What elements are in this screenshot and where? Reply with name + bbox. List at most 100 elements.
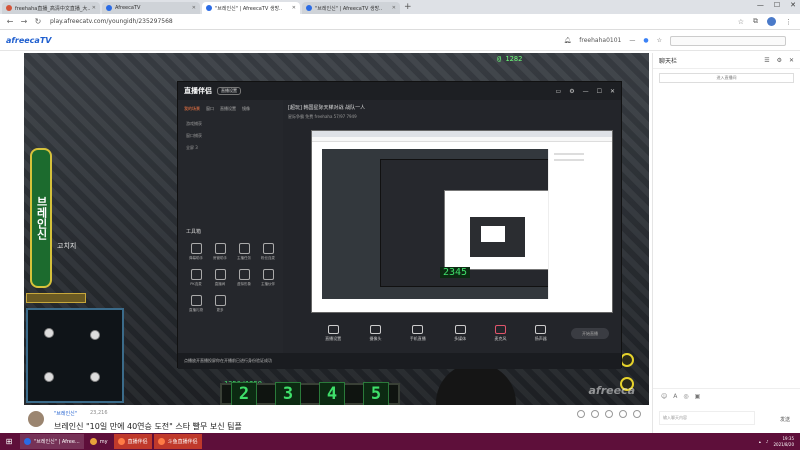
source-item[interactable]: 游戏捕获 — [178, 118, 283, 130]
new-tab-button[interactable]: + — [404, 2, 412, 12]
tab-live-settings[interactable]: 直播设置 — [220, 106, 236, 112]
network-icon[interactable]: ▴ — [759, 439, 761, 444]
stream-info: [超玩] 韩国星际天梯对战 战队一人 星际争霸 免费 freehaha 57/9… — [288, 104, 618, 126]
bell-icon[interactable]: 🔔︎ — [564, 37, 572, 44]
chat-send-button[interactable]: 发送 — [780, 416, 790, 423]
settings-icon[interactable]: ⚙ — [569, 88, 574, 95]
browser-tab-3[interactable]: "브레인신" | AfreecaTV 생방.. ✕ — [202, 2, 300, 14]
message-icon[interactable]: ▭ — [556, 88, 562, 95]
chat-header: 聊天栏 ☰ ⚙ ✕ — [653, 53, 800, 69]
tool-item[interactable]: 虚拟形象 — [232, 269, 256, 287]
site-logo[interactable]: afreecaTV — [6, 36, 51, 45]
address-bar: ← → ↻ play.afreecatv.com/youngidh/235297… — [0, 14, 800, 30]
tab-label: freehaha直播_高清中文直播_大.. — [15, 5, 91, 12]
tool-item[interactable]: PK连麦 — [184, 269, 208, 287]
ctrl-media[interactable]: 多媒体 — [454, 324, 466, 342]
more-icon[interactable] — [633, 410, 641, 418]
ctrl-label: 扬声器 — [534, 335, 547, 341]
favorite-icon[interactable] — [577, 410, 585, 418]
chat-title: 聊天栏 — [659, 58, 678, 65]
app-settings-badge[interactable]: 直播设置 — [217, 87, 241, 95]
gift-icon[interactable] — [605, 410, 613, 418]
taskbar-item[interactable]: 斗鱼直播伴侣 — [153, 434, 202, 449]
star-icon[interactable]: ☆ — [657, 37, 662, 44]
preview-app — [380, 159, 562, 287]
minimize-icon[interactable]: — — [757, 1, 764, 9]
tab-close-icon[interactable]: ✕ — [292, 5, 296, 11]
app-left-panel: 我的场景 窗口 直播设置 镜像 游戏捕获 窗口捕获 全屏 3 工具箱 弹幕助手 … — [178, 100, 283, 353]
user-list-icon[interactable]: ☰ — [764, 57, 769, 64]
tool-item[interactable]: 粉丝连麦 — [256, 243, 280, 261]
translate-icon[interactable]: A — [673, 393, 677, 400]
tool-item[interactable]: 弹幕助手 — [184, 243, 208, 261]
join-room-button[interactable]: 进入直播间 — [659, 73, 794, 83]
tool-item[interactable]: 主播伙伴 — [256, 269, 280, 287]
browser-tab-4[interactable]: "브레인신" | AfreecaTV 생방.. ✕ — [302, 2, 400, 14]
star-balloon-icon[interactable]: ◎ — [683, 393, 688, 400]
chat-input[interactable]: 输入聊天内容 — [659, 411, 755, 425]
ctrl-speaker[interactable]: 扬声器 — [534, 324, 547, 342]
browser-tab-1[interactable]: freehaha直播_高清中文直播_大.. ✕ — [2, 2, 100, 14]
tool-item[interactable]: 主播任务 — [232, 243, 256, 261]
source-item[interactable]: 窗口捕获 — [178, 130, 283, 142]
maximize-icon[interactable]: ☐ — [774, 1, 780, 9]
close-window-icon[interactable]: ✕ — [790, 1, 796, 9]
cloud-icon[interactable]: ● — [643, 37, 648, 44]
tab-scene[interactable]: 我的场景 — [184, 106, 200, 112]
gift-icon[interactable]: ▣ — [695, 393, 701, 400]
start-icon[interactable]: ⊞ — [0, 433, 18, 450]
profile-avatar[interactable] — [767, 17, 776, 26]
extensions-icon[interactable]: ⧉ — [753, 17, 758, 26]
clock[interactable]: 19:35 2021/8/20 — [773, 436, 794, 448]
tab-window[interactable]: 窗口 — [206, 106, 214, 112]
user-menu-icon[interactable]: — — [629, 37, 635, 44]
go-live-button[interactable]: 开始直播 — [571, 328, 609, 339]
volume-icon[interactable]: ♪ — [766, 439, 769, 444]
video-player[interactable]: @ 1282 브레인신 고치지 1250/1250 2 3 4 5 afreec… — [24, 53, 649, 405]
channel-name[interactable]: "브레인신" — [54, 410, 77, 417]
overlay-name: 고치지 — [57, 242, 77, 250]
emoji-icon[interactable]: ☺ — [661, 393, 667, 400]
report-icon[interactable] — [619, 410, 627, 418]
url-field[interactable]: play.afreecatv.com/youngidh/235297568 — [50, 18, 738, 25]
ctrl-label: 摄像头 — [369, 335, 382, 341]
ctrl-live-settings[interactable]: 直播设置 — [325, 324, 341, 342]
username[interactable]: freehaha0101 — [579, 37, 621, 44]
ctrl-camera[interactable]: 摄像头 — [369, 324, 382, 342]
taskbar-label: 斗鱼直播伴侣 — [167, 439, 198, 445]
taskbar-item[interactable]: 直播伴侣 — [113, 434, 152, 449]
preview-chat-line — [554, 153, 584, 155]
reload-icon[interactable]: ↻ — [34, 17, 42, 26]
stream-title[interactable]: [超玩] 韩国星际天梯对战 战队一人 — [288, 104, 618, 111]
taskbar-item[interactable]: "브레인신" | Afree... — [20, 434, 84, 449]
tool-item[interactable]: 房管助手 — [208, 243, 232, 261]
search-input[interactable] — [670, 35, 786, 46]
menu-dots-icon[interactable]: ⋮ — [785, 18, 792, 26]
ctrl-mic[interactable]: 麦克风 — [494, 324, 506, 342]
tool-item[interactable]: 更多 — [208, 295, 232, 313]
settings-icon[interactable]: ⚙ — [777, 57, 782, 64]
tab-mirror[interactable]: 镜像 — [242, 106, 250, 112]
close-icon[interactable]: ✕ — [610, 88, 615, 95]
bookmark-star-icon[interactable]: ☆ — [738, 18, 744, 26]
maximize-icon[interactable]: ☐ — [597, 88, 602, 95]
tool-item[interactable]: 直播礼物 — [184, 295, 208, 313]
minimize-icon[interactable]: — — [583, 88, 589, 95]
streamer-avatar[interactable] — [28, 411, 44, 427]
tool-label: 弹幕助手 — [189, 256, 203, 260]
browser-tab-2[interactable]: AfreecaTV ✕ — [102, 2, 200, 14]
tab-close-icon[interactable]: ✕ — [192, 5, 196, 11]
tab-favicon-icon — [206, 5, 212, 11]
share-icon[interactable] — [591, 410, 599, 418]
tool-item[interactable]: 直播间 — [208, 269, 232, 287]
tab-close-icon[interactable]: ✕ — [392, 5, 396, 11]
forward-icon[interactable]: → — [20, 17, 28, 26]
clock-date: 2021/8/20 — [773, 441, 794, 447]
ctrl-mobile[interactable]: 手机直播 — [410, 324, 426, 342]
tab-close-icon[interactable]: ✕ — [92, 5, 96, 11]
back-icon[interactable]: ← — [6, 17, 14, 26]
taskbar-item[interactable]: my — [86, 434, 112, 449]
chat-tools: ☺ A ◎ ▣ — [653, 389, 800, 404]
source-item[interactable]: 全屏 3 — [178, 142, 283, 154]
close-icon[interactable]: ✕ — [789, 57, 794, 64]
